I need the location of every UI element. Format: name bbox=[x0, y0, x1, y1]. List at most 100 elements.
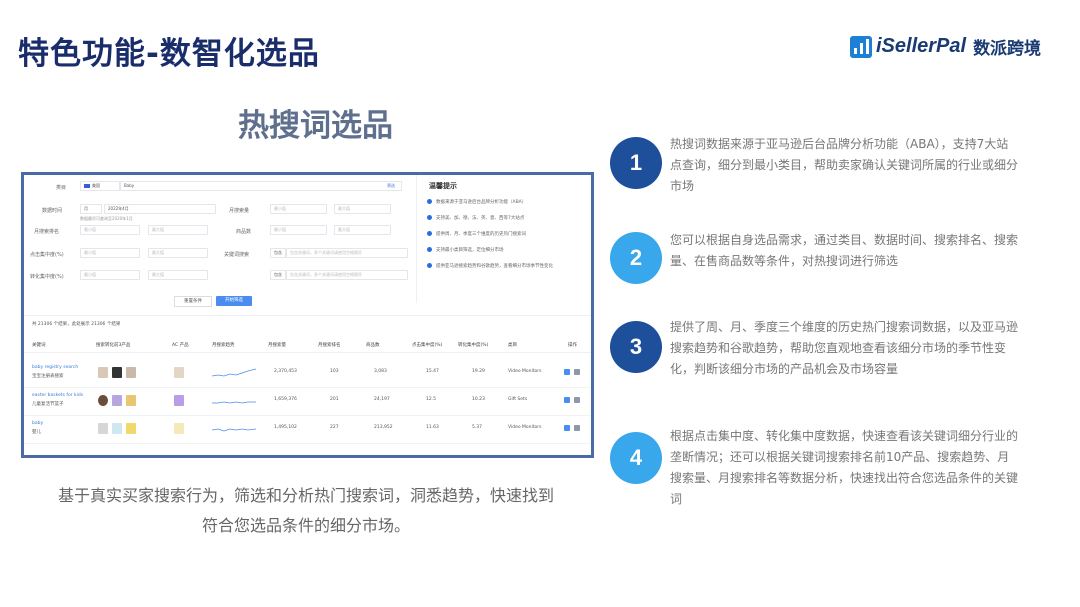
reset-button[interactable]: 重置条件 bbox=[174, 296, 212, 307]
google-action-icon[interactable] bbox=[574, 397, 580, 403]
period-select[interactable]: 月 bbox=[80, 204, 102, 214]
ac-product-thumbnail[interactable] bbox=[174, 367, 184, 378]
category-value: Video Monitors bbox=[508, 425, 542, 430]
product-count-min[interactable]: 最小值 bbox=[270, 225, 327, 235]
col-rank[interactable]: 月搜索排名 bbox=[318, 342, 341, 348]
conv-conc-min[interactable]: 最小值 bbox=[80, 270, 140, 280]
product-thumbnail[interactable] bbox=[126, 367, 136, 378]
result-count: 共 21306 个结果，此处展示 21306 个结果 bbox=[32, 322, 121, 327]
trend-sparkline bbox=[212, 368, 256, 377]
monthly-search-min[interactable]: 最小值 bbox=[270, 204, 327, 214]
google-action-icon[interactable] bbox=[574, 369, 580, 375]
step-number-badge: 1 bbox=[610, 137, 662, 189]
volume-value: 1,495,102 bbox=[274, 425, 297, 430]
tip-item: 提供周、月、季度三个维度的历史热门搜索词 bbox=[427, 231, 526, 237]
monthly-rank-min[interactable]: 最小值 bbox=[80, 225, 140, 235]
tips-title: 温馨提示 bbox=[429, 182, 457, 190]
product-thumbnail[interactable] bbox=[112, 367, 122, 378]
col-conv[interactable]: 转化集中度(%) bbox=[458, 342, 488, 348]
conv-value: 10.23 bbox=[472, 397, 485, 402]
conv-conc-label: 转化集中度(%) bbox=[30, 274, 64, 280]
start-filter-button[interactable]: 开始筛选 bbox=[216, 296, 252, 306]
trend-action-icon[interactable] bbox=[564, 425, 570, 431]
step-number-badge: 4 bbox=[610, 432, 662, 484]
product-count-max[interactable]: 最大值 bbox=[334, 225, 391, 235]
filter-search-button[interactable]: 筛选 bbox=[384, 182, 395, 190]
trend-action-icon[interactable] bbox=[564, 397, 570, 403]
feature-text: 热搜词数据来源于亚马逊后台品牌分析功能（ABA），支持7大站点查询，细分到最小类… bbox=[670, 137, 1019, 193]
info-icon bbox=[427, 231, 432, 236]
table-row[interactable]: baby registry search 宝宝注册表搜索 2,370,453 1… bbox=[24, 360, 591, 388]
data-time-label: 数据时间 bbox=[42, 208, 63, 214]
market-select[interactable]: 美国 bbox=[80, 181, 120, 191]
contain-keyword-input[interactable]: 包含关键词，多个关键词请使用空格隔开 bbox=[286, 248, 408, 258]
product-thumbnail[interactable] bbox=[98, 367, 108, 378]
keyword-link[interactable]: baby registry search bbox=[32, 365, 78, 370]
rank-value: 103 bbox=[330, 369, 339, 374]
feature-text: 提供了周、月、季度三个维度的历史热门搜索词数据，以及亚马逊搜索趋势和谷歌趋势，帮… bbox=[670, 320, 1019, 376]
product-count-label: 商品数 bbox=[236, 229, 252, 235]
col-trend[interactable]: 月搜索趋势 bbox=[212, 342, 235, 348]
product-thumbnail[interactable] bbox=[126, 423, 136, 434]
feature-text: 根据点击集中度、转化集中度数据，快速查看该关键词细分行业的垄断情况；还可以根据关… bbox=[670, 429, 1019, 506]
info-icon bbox=[427, 215, 432, 220]
info-icon bbox=[427, 263, 432, 268]
rank-value: 201 bbox=[330, 397, 339, 402]
volume-value: 1,659,376 bbox=[274, 397, 297, 402]
trend-action-icon[interactable] bbox=[564, 369, 570, 375]
col-keyword[interactable]: 关键词 bbox=[32, 342, 46, 348]
ac-product-thumbnail[interactable] bbox=[174, 395, 184, 406]
product-thumbnail[interactable] bbox=[112, 395, 122, 406]
product-thumbnail[interactable] bbox=[126, 395, 136, 406]
tip-item: 支持最小类目筛选，定位细分市场 bbox=[427, 247, 504, 253]
date-hint: 数据最早可查询至2020年1月 bbox=[80, 216, 133, 221]
monthly-rank-max[interactable]: 最大值 bbox=[148, 225, 208, 235]
keyword-input[interactable]: Baby 筛选 bbox=[120, 181, 402, 191]
page-title: 特色功能-数智化选品 bbox=[18, 36, 320, 72]
info-icon bbox=[427, 199, 432, 204]
date-select[interactable]: 2022年4月 bbox=[104, 204, 216, 214]
table-row[interactable]: easter baskets for kids 儿童复活节篮子 1,659,37… bbox=[24, 388, 591, 416]
col-products[interactable]: 商品数 bbox=[366, 342, 380, 348]
table-row[interactable]: baby 婴儿 1,495,102 227 213,952 11.63 5.37… bbox=[24, 416, 591, 444]
click-conc-min[interactable]: 最小值 bbox=[80, 248, 140, 258]
col-category[interactable]: 类目 bbox=[508, 342, 517, 348]
col-ac[interactable]: AC 产品 bbox=[172, 342, 189, 348]
tip-item: 支持美、加、德、法、英、意、西等7大站点 bbox=[427, 215, 524, 221]
col-volume[interactable]: 月搜索量 bbox=[268, 342, 286, 348]
logo-text-en: iSellerPal bbox=[876, 35, 967, 57]
keyword-link[interactable]: easter baskets for kids bbox=[32, 393, 83, 398]
conv-conc-max[interactable]: 最大值 bbox=[148, 270, 208, 280]
category-value: Video Monitors bbox=[508, 369, 542, 374]
col-top3[interactable]: 搜索转化前3产品 bbox=[96, 342, 130, 348]
step-number-badge: 3 bbox=[610, 321, 662, 373]
section-caption: 基于真实买家搜索行为，筛选和分析热门搜索词，洞悉趋势，快速找到 符合您选品条件的… bbox=[57, 486, 554, 535]
click-value: 11.63 bbox=[426, 425, 439, 430]
products-value: 3,083 bbox=[374, 369, 387, 374]
conv-value: 5.37 bbox=[472, 425, 483, 430]
google-action-icon[interactable] bbox=[574, 425, 580, 431]
keyword-cn: 儿童复活节篮子 bbox=[32, 402, 64, 407]
col-click[interactable]: 点击集中度(%) bbox=[412, 342, 442, 348]
trend-sparkline bbox=[212, 401, 256, 404]
conv-value: 19.29 bbox=[472, 369, 485, 374]
tip-item: 数据来源于亚马逊后台品牌分析功能（ABA） bbox=[427, 199, 526, 205]
click-value: 12.5 bbox=[426, 397, 437, 402]
click-conc-max[interactable]: 最大值 bbox=[148, 248, 208, 258]
exclude-keyword-input[interactable]: 包含关键词，多个关键词请使用空格隔开 bbox=[286, 270, 408, 280]
monthly-search-max[interactable]: 最大值 bbox=[334, 204, 391, 214]
product-thumbnail[interactable] bbox=[98, 423, 108, 434]
keyword-link[interactable]: baby bbox=[32, 421, 43, 426]
divider bbox=[24, 315, 591, 316]
contain-select-2[interactable]: 包含 bbox=[270, 270, 286, 280]
product-thumbnail[interactable] bbox=[98, 395, 108, 406]
chart-logo-icon bbox=[850, 35, 872, 58]
ac-product-thumbnail[interactable] bbox=[174, 423, 184, 434]
brand-logo: iSellerPal 数派跨境 bbox=[850, 34, 1041, 59]
keyword-cn: 婴儿 bbox=[32, 430, 41, 435]
info-icon bbox=[427, 247, 432, 252]
product-thumbnail[interactable] bbox=[112, 423, 122, 434]
contain-select[interactable]: 包含 bbox=[270, 248, 286, 258]
monthly-search-label: 月搜索量 bbox=[229, 208, 250, 214]
product-screenshot: 类目 美国 Baby 筛选 数据时间 月 2022年4月 数据最早可查询至202… bbox=[21, 172, 594, 458]
